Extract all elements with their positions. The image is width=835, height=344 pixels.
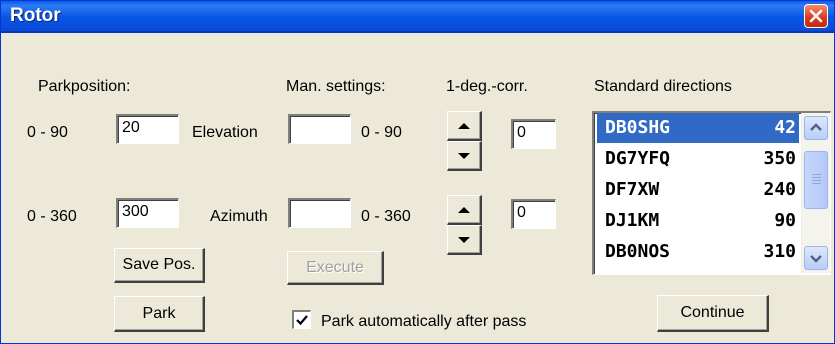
direction-row[interactable]: DJ1KM 90 bbox=[597, 206, 799, 236]
park-azimuth-range: 0 - 360 bbox=[27, 208, 77, 225]
park-button[interactable]: Park bbox=[114, 296, 205, 332]
deg-corr-header: 1-deg.-corr. bbox=[446, 78, 528, 95]
direction-row[interactable]: DB0NOS 310 bbox=[597, 237, 799, 267]
elevation-label: Elevation bbox=[192, 124, 258, 141]
checkmark-icon bbox=[296, 315, 308, 326]
manual-elevation-input[interactable] bbox=[288, 114, 351, 144]
directions-scrollbar[interactable] bbox=[801, 113, 830, 273]
elevation-corr-value[interactable]: 0 bbox=[511, 119, 556, 149]
manual-azimuth-input[interactable] bbox=[288, 198, 351, 228]
arrow-down-icon bbox=[458, 152, 470, 159]
scroll-thumb[interactable] bbox=[804, 151, 828, 209]
chevron-up-icon bbox=[810, 123, 822, 131]
standard-directions-list[interactable]: DB0SHG 42 DG7YFQ 350 DF7XW 240 DJ1KM 90 … bbox=[592, 111, 831, 275]
manual-elevation-range: 0 - 90 bbox=[361, 124, 402, 141]
park-elevation-range: 0 - 90 bbox=[27, 124, 68, 141]
close-button[interactable] bbox=[804, 4, 828, 28]
rotor-dialog: Rotor Parkposition: Man. settings: 1-deg… bbox=[0, 0, 835, 344]
azimuth-label: Azimuth bbox=[210, 208, 268, 225]
park-elevation-input[interactable]: 20 bbox=[116, 114, 179, 144]
elevation-corr-down-button[interactable] bbox=[447, 141, 482, 171]
direction-row[interactable]: DG7YFQ 350 bbox=[597, 144, 799, 174]
man-settings-header: Man. settings: bbox=[286, 78, 386, 95]
standard-directions-header: Standard directions bbox=[594, 78, 732, 95]
arrow-up-icon bbox=[458, 206, 470, 213]
continue-button[interactable]: Continue bbox=[657, 295, 769, 332]
azimuth-corr-down-button[interactable] bbox=[447, 225, 482, 255]
scroll-up-button[interactable] bbox=[804, 116, 828, 140]
auto-park-checkbox[interactable] bbox=[292, 310, 311, 329]
direction-degrees: 310 bbox=[763, 241, 796, 262]
arrow-up-icon bbox=[458, 122, 470, 129]
direction-callsign: DJ1KM bbox=[605, 210, 660, 231]
parkposition-header: Parkposition: bbox=[38, 78, 131, 95]
azimuth-corr-up-button[interactable] bbox=[447, 195, 482, 225]
window-title: Rotor bbox=[10, 5, 61, 26]
direction-callsign: DB0NOS bbox=[605, 241, 671, 262]
arrow-down-icon bbox=[458, 236, 470, 243]
direction-callsign: DF7XW bbox=[605, 179, 660, 200]
direction-row[interactable]: DF7XW 240 bbox=[597, 175, 799, 205]
azimuth-corr-value[interactable]: 0 bbox=[511, 199, 556, 229]
direction-callsign: DB0SHG bbox=[605, 117, 671, 138]
elevation-corr-up-button[interactable] bbox=[447, 111, 482, 141]
direction-degrees: 350 bbox=[763, 148, 796, 169]
direction-row[interactable]: DB0SHG 42 bbox=[597, 113, 799, 143]
title-bar[interactable]: Rotor bbox=[1, 1, 834, 33]
direction-degrees: 42 bbox=[774, 117, 796, 138]
park-azimuth-input[interactable]: 300 bbox=[116, 198, 179, 228]
auto-park-label[interactable]: Park automatically after pass bbox=[321, 312, 526, 332]
execute-button[interactable]: Execute bbox=[287, 251, 384, 285]
direction-degrees: 90 bbox=[774, 210, 796, 231]
manual-azimuth-range: 0 - 360 bbox=[361, 208, 411, 225]
direction-degrees: 240 bbox=[763, 179, 796, 200]
direction-callsign: DG7YFQ bbox=[605, 148, 671, 169]
scroll-down-button[interactable] bbox=[804, 246, 828, 270]
save-pos-button[interactable]: Save Pos. bbox=[114, 248, 205, 283]
chevron-down-icon bbox=[810, 255, 822, 263]
